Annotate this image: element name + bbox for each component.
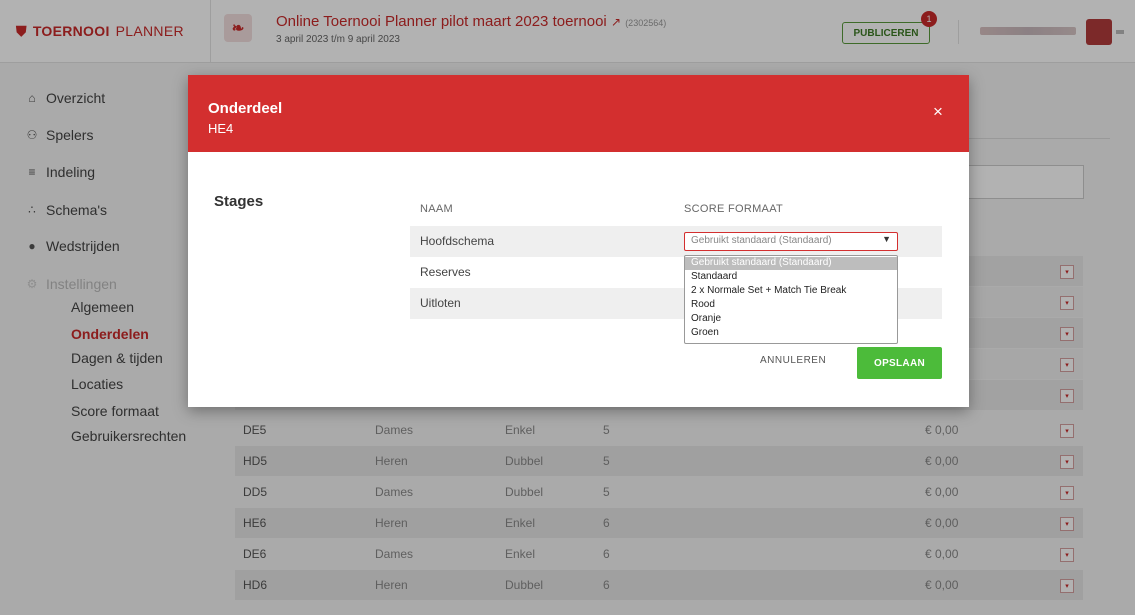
- stage-name: Uitloten: [420, 296, 461, 310]
- column-header-score: SCORE FORMAAT: [684, 203, 784, 215]
- onderdeel-modal: Onderdeel HE4 × Stages NAAM SCORE FORMAA…: [188, 75, 969, 407]
- dropdown-option[interactable]: Oranje: [685, 313, 897, 326]
- option-label: Groen: [691, 327, 719, 338]
- close-icon[interactable]: ×: [928, 102, 948, 122]
- stage-name: Hoofdschema: [420, 234, 495, 248]
- option-label: 2 x Normale Set + Match Tie Break: [691, 285, 847, 296]
- score-format-dropdown: Gebruikt standaard (Standaard) Standaard…: [684, 255, 898, 344]
- dropdown-option[interactable]: Standaard: [685, 271, 897, 284]
- chevron-down-icon: ▼: [882, 234, 891, 244]
- stages-label: Stages: [214, 193, 264, 210]
- modal-title: Onderdeel: [208, 100, 283, 117]
- option-label: Oranje: [691, 313, 722, 324]
- dropdown-option[interactable]: 2 x Normale Set + Match Tie Break: [685, 285, 897, 298]
- dropdown-option[interactable]: Gebruikt standaard (Standaard): [685, 257, 897, 270]
- option-label: Gebruikt standaard (Standaard): [691, 257, 832, 268]
- column-header-name: NAAM: [420, 203, 453, 215]
- stage-name: Reserves: [420, 265, 471, 279]
- cancel-button[interactable]: ANNULEREN: [760, 355, 826, 366]
- option-label: Standaard: [691, 271, 738, 282]
- option-label: Rood: [691, 299, 715, 310]
- score-format-value: Gebruikt standaard (Standaard): [691, 235, 832, 246]
- modal-subtitle: HE4: [208, 121, 234, 136]
- score-format-select[interactable]: Gebruikt standaard (Standaard) ▼: [684, 232, 898, 251]
- dropdown-option[interactable]: Groen: [685, 327, 897, 340]
- save-button[interactable]: OPSLAAN: [857, 347, 942, 379]
- dropdown-option[interactable]: Rood: [685, 299, 897, 312]
- modal-header: Onderdeel HE4 ×: [188, 75, 969, 152]
